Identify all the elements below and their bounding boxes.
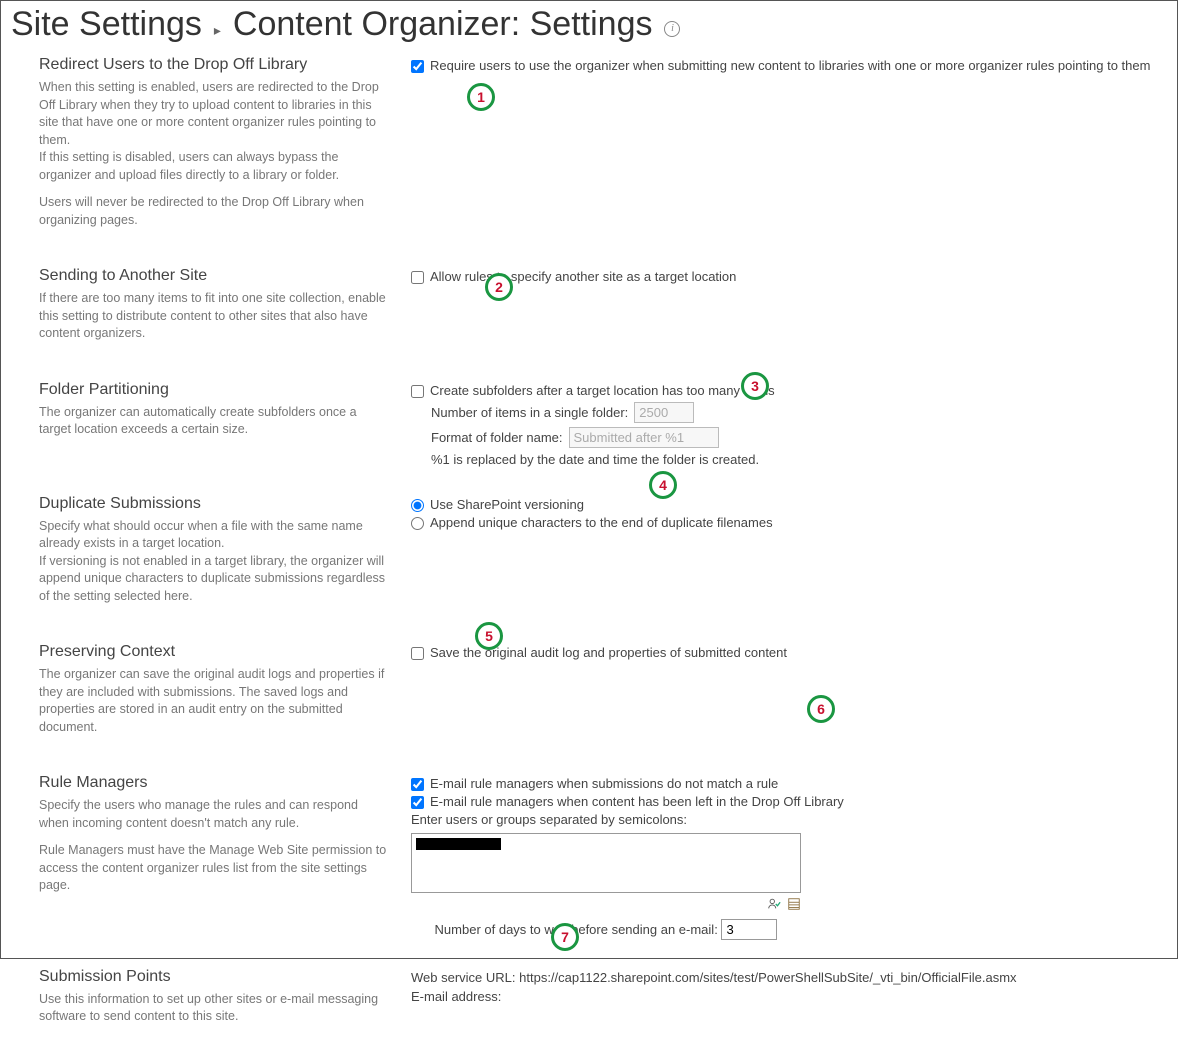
section-preserve: Preserving Context The organizer can sav…	[11, 643, 1177, 746]
folder-desc: The organizer can automatically create s…	[39, 404, 391, 439]
duplicate-desc-1: Specify what should occur when a file wi…	[39, 518, 391, 553]
submission-email-label: E-mail address:	[411, 989, 501, 1004]
duplicate-radio-versioning[interactable]	[411, 499, 424, 512]
redirect-desc-2: If this setting is disabled, users can a…	[39, 149, 391, 184]
folder-note: %1 is replaced by the date and time the …	[431, 452, 1165, 467]
people-chip-redacted	[416, 838, 501, 850]
managers-title: Rule Managers	[39, 774, 391, 792]
duplicate-title: Duplicate Submissions	[39, 495, 391, 513]
check-names-icon[interactable]	[767, 897, 781, 911]
sending-title: Sending to Another Site	[39, 267, 391, 285]
annotation-2: 2	[485, 273, 513, 301]
folder-num-input[interactable]	[634, 402, 694, 423]
section-managers: Rule Managers Specify the users who mana…	[11, 774, 1177, 940]
managers-picker-label: Enter users or groups separated by semic…	[411, 812, 1165, 827]
redirect-checkbox[interactable]	[411, 60, 424, 73]
submission-desc: Use this information to set up other sit…	[39, 991, 391, 1026]
managers-desc-1: Specify the users who manage the rules a…	[39, 797, 391, 832]
folder-checkbox-label: Create subfolders after a target locatio…	[430, 383, 775, 398]
folder-title: Folder Partitioning	[39, 381, 391, 399]
duplicate-radio-append-label: Append unique characters to the end of d…	[430, 515, 773, 530]
section-duplicate: Duplicate Submissions Specify what shoul…	[11, 495, 1177, 616]
annotation-5: 5	[475, 622, 503, 650]
managers-desc-2: Rule Managers must have the Manage Web S…	[39, 842, 391, 895]
sending-desc: If there are too many items to fit into …	[39, 290, 391, 343]
managers-cb-dropoff[interactable]	[411, 796, 424, 809]
page-title: Content Organizer: Settings	[233, 5, 653, 44]
annotation-1: 1	[467, 83, 495, 111]
redirect-desc-3: Users will never be redirected to the Dr…	[39, 194, 391, 229]
preserve-desc: The organizer can save the original audi…	[39, 666, 391, 736]
submission-url-label: Web service URL:	[411, 970, 516, 985]
annotation-4: 4	[649, 471, 677, 499]
redirect-title: Redirect Users to the Drop Off Library	[39, 56, 391, 74]
page-header: Site Settings ▸ Content Organizer: Setti…	[1, 1, 1177, 56]
info-icon[interactable]: i	[664, 21, 680, 37]
preserve-checkbox[interactable]	[411, 647, 424, 660]
redirect-checkbox-label: Require users to use the organizer when …	[430, 58, 1150, 73]
managers-cb-nomatch-label: E-mail rule managers when submissions do…	[430, 776, 778, 791]
annotation-7: 7	[551, 923, 579, 951]
section-sending: Sending to Another Site If there are too…	[11, 267, 1177, 353]
submission-title: Submission Points	[39, 968, 391, 986]
duplicate-radio-versioning-label: Use SharePoint versioning	[430, 497, 584, 512]
redirect-desc-1: When this setting is enabled, users are …	[39, 79, 391, 149]
folder-format-input[interactable]	[569, 427, 719, 448]
breadcrumb-separator: ▸	[210, 22, 225, 39]
section-redirect: Redirect Users to the Drop Off Library W…	[11, 56, 1177, 239]
section-submission: Submission Points Use this information t…	[11, 968, 1177, 1036]
section-folder: Folder Partitioning The organizer can au…	[11, 381, 1177, 467]
managers-cb-nomatch[interactable]	[411, 778, 424, 791]
browse-people-icon[interactable]	[787, 897, 801, 911]
sending-checkbox[interactable]	[411, 271, 424, 284]
managers-cb-dropoff-label: E-mail rule managers when content has be…	[430, 794, 844, 809]
annotation-3: 3	[741, 372, 769, 400]
managers-days-input[interactable]	[721, 919, 777, 940]
annotation-6: 6	[807, 695, 835, 723]
preserve-title: Preserving Context	[39, 643, 391, 661]
folder-checkbox[interactable]	[411, 385, 424, 398]
duplicate-radio-append[interactable]	[411, 517, 424, 530]
duplicate-desc-2: If versioning is not enabled in a target…	[39, 553, 391, 606]
folder-format-label: Format of folder name:	[431, 430, 563, 445]
managers-people-input[interactable]	[411, 833, 801, 893]
sending-checkbox-label: Allow rules to specify another site as a…	[430, 269, 736, 284]
folder-num-label: Number of items in a single folder:	[431, 405, 628, 420]
submission-url-value: https://cap1122.sharepoint.com/sites/tes…	[519, 970, 1016, 985]
breadcrumb-root[interactable]: Site Settings	[11, 5, 202, 44]
